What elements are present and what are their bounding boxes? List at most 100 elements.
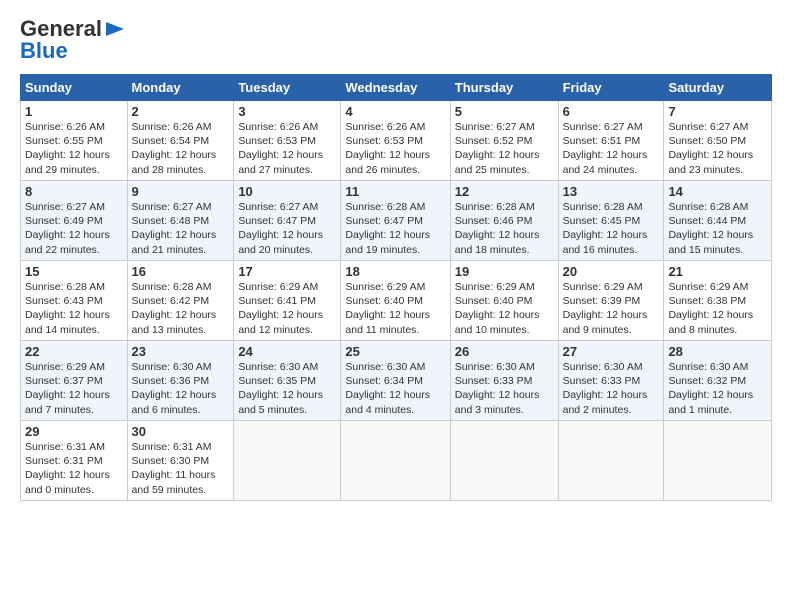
cell-content: Sunrise: 6:30 AM Sunset: 6:33 PM Dayligh… bbox=[563, 360, 660, 417]
cell-content: Sunrise: 6:30 AM Sunset: 6:34 PM Dayligh… bbox=[345, 360, 445, 417]
calendar-cell: 9Sunrise: 6:27 AM Sunset: 6:48 PM Daylig… bbox=[127, 181, 234, 261]
day-number: 17 bbox=[238, 264, 336, 279]
cell-content: Sunrise: 6:26 AM Sunset: 6:54 PM Dayligh… bbox=[132, 120, 230, 177]
header: General Blue bbox=[20, 16, 772, 64]
calendar-cell: 23Sunrise: 6:30 AM Sunset: 6:36 PM Dayli… bbox=[127, 341, 234, 421]
cell-content: Sunrise: 6:29 AM Sunset: 6:39 PM Dayligh… bbox=[563, 280, 660, 337]
calendar-cell bbox=[341, 421, 450, 501]
cell-content: Sunrise: 6:29 AM Sunset: 6:40 PM Dayligh… bbox=[455, 280, 554, 337]
cell-content: Sunrise: 6:28 AM Sunset: 6:47 PM Dayligh… bbox=[345, 200, 445, 257]
day-number: 1 bbox=[25, 104, 123, 119]
weekday-header-wednesday: Wednesday bbox=[341, 75, 450, 101]
calendar-cell: 24Sunrise: 6:30 AM Sunset: 6:35 PM Dayli… bbox=[234, 341, 341, 421]
calendar-cell bbox=[450, 421, 558, 501]
day-number: 16 bbox=[132, 264, 230, 279]
day-number: 9 bbox=[132, 184, 230, 199]
calendar-cell: 11Sunrise: 6:28 AM Sunset: 6:47 PM Dayli… bbox=[341, 181, 450, 261]
calendar-cell: 6Sunrise: 6:27 AM Sunset: 6:51 PM Daylig… bbox=[558, 101, 664, 181]
day-number: 2 bbox=[132, 104, 230, 119]
week-row-1: 1Sunrise: 6:26 AM Sunset: 6:55 PM Daylig… bbox=[21, 101, 772, 181]
logo-flag-icon bbox=[104, 20, 126, 38]
day-number: 21 bbox=[668, 264, 767, 279]
calendar-cell: 2Sunrise: 6:26 AM Sunset: 6:54 PM Daylig… bbox=[127, 101, 234, 181]
cell-content: Sunrise: 6:28 AM Sunset: 6:45 PM Dayligh… bbox=[563, 200, 660, 257]
day-number: 28 bbox=[668, 344, 767, 359]
cell-content: Sunrise: 6:27 AM Sunset: 6:48 PM Dayligh… bbox=[132, 200, 230, 257]
day-number: 30 bbox=[132, 424, 230, 439]
cell-content: Sunrise: 6:31 AM Sunset: 6:31 PM Dayligh… bbox=[25, 440, 123, 497]
cell-content: Sunrise: 6:29 AM Sunset: 6:41 PM Dayligh… bbox=[238, 280, 336, 337]
calendar-cell: 4Sunrise: 6:26 AM Sunset: 6:53 PM Daylig… bbox=[341, 101, 450, 181]
week-row-3: 15Sunrise: 6:28 AM Sunset: 6:43 PM Dayli… bbox=[21, 261, 772, 341]
cell-content: Sunrise: 6:27 AM Sunset: 6:49 PM Dayligh… bbox=[25, 200, 123, 257]
cell-content: Sunrise: 6:30 AM Sunset: 6:32 PM Dayligh… bbox=[668, 360, 767, 417]
weekday-header-tuesday: Tuesday bbox=[234, 75, 341, 101]
calendar-cell: 14Sunrise: 6:28 AM Sunset: 6:44 PM Dayli… bbox=[664, 181, 772, 261]
cell-content: Sunrise: 6:27 AM Sunset: 6:50 PM Dayligh… bbox=[668, 120, 767, 177]
day-number: 11 bbox=[345, 184, 445, 199]
day-number: 26 bbox=[455, 344, 554, 359]
weekday-header-monday: Monday bbox=[127, 75, 234, 101]
calendar-cell: 20Sunrise: 6:29 AM Sunset: 6:39 PM Dayli… bbox=[558, 261, 664, 341]
week-row-5: 29Sunrise: 6:31 AM Sunset: 6:31 PM Dayli… bbox=[21, 421, 772, 501]
day-number: 7 bbox=[668, 104, 767, 119]
calendar-cell: 17Sunrise: 6:29 AM Sunset: 6:41 PM Dayli… bbox=[234, 261, 341, 341]
weekday-header-saturday: Saturday bbox=[664, 75, 772, 101]
day-number: 29 bbox=[25, 424, 123, 439]
cell-content: Sunrise: 6:26 AM Sunset: 6:53 PM Dayligh… bbox=[345, 120, 445, 177]
calendar-cell bbox=[234, 421, 341, 501]
day-number: 22 bbox=[25, 344, 123, 359]
calendar-cell bbox=[558, 421, 664, 501]
cell-content: Sunrise: 6:26 AM Sunset: 6:53 PM Dayligh… bbox=[238, 120, 336, 177]
calendar-cell: 13Sunrise: 6:28 AM Sunset: 6:45 PM Dayli… bbox=[558, 181, 664, 261]
cell-content: Sunrise: 6:30 AM Sunset: 6:36 PM Dayligh… bbox=[132, 360, 230, 417]
cell-content: Sunrise: 6:29 AM Sunset: 6:40 PM Dayligh… bbox=[345, 280, 445, 337]
cell-content: Sunrise: 6:27 AM Sunset: 6:51 PM Dayligh… bbox=[563, 120, 660, 177]
day-number: 14 bbox=[668, 184, 767, 199]
calendar-cell: 8Sunrise: 6:27 AM Sunset: 6:49 PM Daylig… bbox=[21, 181, 128, 261]
day-number: 25 bbox=[345, 344, 445, 359]
day-number: 8 bbox=[25, 184, 123, 199]
day-number: 15 bbox=[25, 264, 123, 279]
day-number: 27 bbox=[563, 344, 660, 359]
cell-content: Sunrise: 6:28 AM Sunset: 6:46 PM Dayligh… bbox=[455, 200, 554, 257]
day-number: 10 bbox=[238, 184, 336, 199]
calendar-cell: 29Sunrise: 6:31 AM Sunset: 6:31 PM Dayli… bbox=[21, 421, 128, 501]
calendar-cell: 25Sunrise: 6:30 AM Sunset: 6:34 PM Dayli… bbox=[341, 341, 450, 421]
cell-content: Sunrise: 6:29 AM Sunset: 6:37 PM Dayligh… bbox=[25, 360, 123, 417]
cell-content: Sunrise: 6:31 AM Sunset: 6:30 PM Dayligh… bbox=[132, 440, 230, 497]
day-number: 23 bbox=[132, 344, 230, 359]
calendar-cell: 30Sunrise: 6:31 AM Sunset: 6:30 PM Dayli… bbox=[127, 421, 234, 501]
week-row-2: 8Sunrise: 6:27 AM Sunset: 6:49 PM Daylig… bbox=[21, 181, 772, 261]
calendar-table: SundayMondayTuesdayWednesdayThursdayFrid… bbox=[20, 74, 772, 501]
calendar-cell: 7Sunrise: 6:27 AM Sunset: 6:50 PM Daylig… bbox=[664, 101, 772, 181]
day-number: 20 bbox=[563, 264, 660, 279]
day-number: 5 bbox=[455, 104, 554, 119]
calendar-cell: 18Sunrise: 6:29 AM Sunset: 6:40 PM Dayli… bbox=[341, 261, 450, 341]
day-number: 12 bbox=[455, 184, 554, 199]
calendar-cell: 12Sunrise: 6:28 AM Sunset: 6:46 PM Dayli… bbox=[450, 181, 558, 261]
calendar-cell: 21Sunrise: 6:29 AM Sunset: 6:38 PM Dayli… bbox=[664, 261, 772, 341]
cell-content: Sunrise: 6:27 AM Sunset: 6:47 PM Dayligh… bbox=[238, 200, 336, 257]
calendar-cell bbox=[664, 421, 772, 501]
day-number: 19 bbox=[455, 264, 554, 279]
calendar-cell: 3Sunrise: 6:26 AM Sunset: 6:53 PM Daylig… bbox=[234, 101, 341, 181]
day-number: 18 bbox=[345, 264, 445, 279]
logo-blue: Blue bbox=[20, 38, 68, 64]
calendar-cell: 5Sunrise: 6:27 AM Sunset: 6:52 PM Daylig… bbox=[450, 101, 558, 181]
cell-content: Sunrise: 6:27 AM Sunset: 6:52 PM Dayligh… bbox=[455, 120, 554, 177]
cell-content: Sunrise: 6:30 AM Sunset: 6:33 PM Dayligh… bbox=[455, 360, 554, 417]
calendar-cell: 19Sunrise: 6:29 AM Sunset: 6:40 PM Dayli… bbox=[450, 261, 558, 341]
day-number: 4 bbox=[345, 104, 445, 119]
cell-content: Sunrise: 6:28 AM Sunset: 6:44 PM Dayligh… bbox=[668, 200, 767, 257]
day-number: 6 bbox=[563, 104, 660, 119]
cell-content: Sunrise: 6:28 AM Sunset: 6:43 PM Dayligh… bbox=[25, 280, 123, 337]
cell-content: Sunrise: 6:30 AM Sunset: 6:35 PM Dayligh… bbox=[238, 360, 336, 417]
calendar-cell: 15Sunrise: 6:28 AM Sunset: 6:43 PM Dayli… bbox=[21, 261, 128, 341]
page: General Blue SundayMondayTuesdayWednesda… bbox=[0, 0, 792, 511]
calendar-cell: 28Sunrise: 6:30 AM Sunset: 6:32 PM Dayli… bbox=[664, 341, 772, 421]
weekday-header-row: SundayMondayTuesdayWednesdayThursdayFrid… bbox=[21, 75, 772, 101]
calendar-cell: 16Sunrise: 6:28 AM Sunset: 6:42 PM Dayli… bbox=[127, 261, 234, 341]
weekday-header-thursday: Thursday bbox=[450, 75, 558, 101]
logo: General Blue bbox=[20, 16, 126, 64]
